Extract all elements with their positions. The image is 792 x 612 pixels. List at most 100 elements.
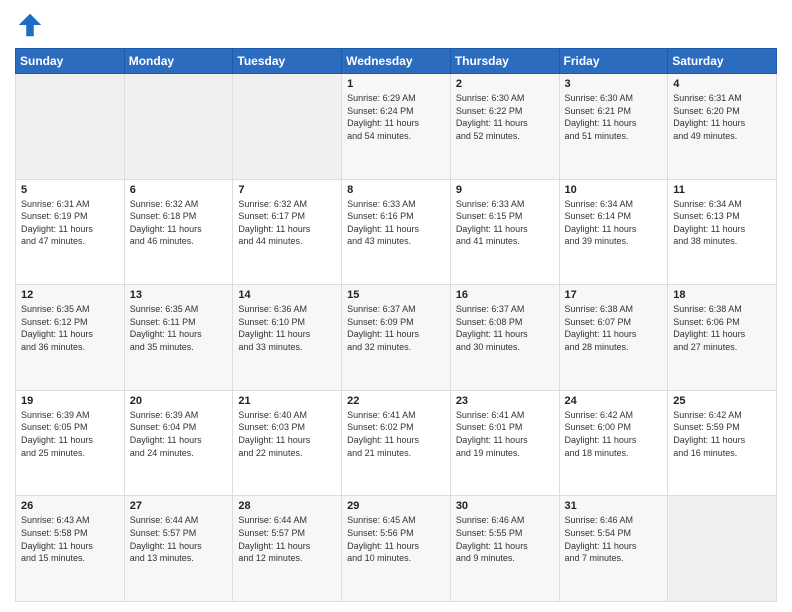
- calendar-cell: 15 Sunrise: 6:37 AM Sunset: 6:09 PM Dayli…: [342, 285, 451, 391]
- calendar-cell: 18Sunrise: 6:38 AM Sunset: 6:06 PM Dayli…: [668, 285, 777, 391]
- day-number: 8: [347, 184, 445, 196]
- calendar-cell: 1 Sunrise: 6:29 AM Sunset: 6:24 PM Daylig…: [342, 74, 451, 180]
- day-number: 13: [130, 289, 228, 301]
- day-header-wednesday: Wednesday: [342, 49, 451, 74]
- day-info: Sunrise: 6:38 AM Sunset: 6:07 PM Dayligh…: [565, 303, 663, 353]
- calendar-cell: 31 Sunrise: 6:46 AM Sunset: 5:54 PM Dayli…: [559, 496, 668, 602]
- calendar-week-4: 19 Sunrise: 6:39 AM Sunset: 6:05 PM Dayli…: [16, 390, 777, 496]
- calendar-cell: 8 Sunrise: 6:33 AM Sunset: 6:16 PM Daylig…: [342, 179, 451, 285]
- calendar: SundayMondayTuesdayWednesdayThursdayFrid…: [15, 48, 777, 602]
- calendar-cell: 19 Sunrise: 6:39 AM Sunset: 6:05 PM Dayli…: [16, 390, 125, 496]
- calendar-week-2: 5 Sunrise: 6:31 AM Sunset: 6:19 PM Daylig…: [16, 179, 777, 285]
- day-number: 25: [673, 395, 771, 407]
- calendar-cell: [16, 74, 125, 180]
- day-info: Sunrise: 6:38 AM Sunset: 6:06 PM Dayligh…: [673, 303, 771, 353]
- day-number: 23: [456, 395, 554, 407]
- day-number: 5: [21, 184, 119, 196]
- calendar-cell: [668, 496, 777, 602]
- calendar-cell: 2Sunrise: 6:30 AM Sunset: 6:22 PM Daylig…: [450, 74, 559, 180]
- calendar-week-3: 12 Sunrise: 6:35 AM Sunset: 6:12 PM Dayli…: [16, 285, 777, 391]
- day-info: Sunrise: 6:44 AM Sunset: 5:57 PM Dayligh…: [130, 514, 228, 564]
- calendar-cell: 5 Sunrise: 6:31 AM Sunset: 6:19 PM Daylig…: [16, 179, 125, 285]
- calendar-cell: 3 Sunrise: 6:30 AM Sunset: 6:21 PM Daylig…: [559, 74, 668, 180]
- calendar-cell: [233, 74, 342, 180]
- calendar-cell: 24 Sunrise: 6:42 AM Sunset: 6:00 PM Dayli…: [559, 390, 668, 496]
- day-info: Sunrise: 6:37 AM Sunset: 6:08 PM Dayligh…: [456, 303, 554, 353]
- day-header-sunday: Sunday: [16, 49, 125, 74]
- day-number: 1: [347, 78, 445, 90]
- calendar-cell: 11Sunrise: 6:34 AM Sunset: 6:13 PM Dayli…: [668, 179, 777, 285]
- day-info: Sunrise: 6:35 AM Sunset: 6:12 PM Dayligh…: [21, 303, 119, 353]
- day-info: Sunrise: 6:46 AM Sunset: 5:54 PM Dayligh…: [565, 514, 663, 564]
- calendar-cell: 4Sunrise: 6:31 AM Sunset: 6:20 PM Daylig…: [668, 74, 777, 180]
- day-number: 27: [130, 500, 228, 512]
- day-info: Sunrise: 6:34 AM Sunset: 6:14 PM Dayligh…: [565, 198, 663, 248]
- day-number: 6: [130, 184, 228, 196]
- day-info: Sunrise: 6:39 AM Sunset: 6:05 PM Dayligh…: [21, 409, 119, 459]
- calendar-body: 1 Sunrise: 6:29 AM Sunset: 6:24 PM Daylig…: [16, 74, 777, 602]
- day-number: 22: [347, 395, 445, 407]
- day-info: Sunrise: 6:36 AM Sunset: 6:10 PM Dayligh…: [238, 303, 336, 353]
- calendar-cell: 27 Sunrise: 6:44 AM Sunset: 5:57 PM Dayli…: [124, 496, 233, 602]
- day-header-monday: Monday: [124, 49, 233, 74]
- day-number: 15: [347, 289, 445, 301]
- calendar-cell: 12 Sunrise: 6:35 AM Sunset: 6:12 PM Dayli…: [16, 285, 125, 391]
- day-info: Sunrise: 6:41 AM Sunset: 6:02 PM Dayligh…: [347, 409, 445, 459]
- day-header-saturday: Saturday: [668, 49, 777, 74]
- day-info: Sunrise: 6:30 AM Sunset: 6:21 PM Dayligh…: [565, 92, 663, 142]
- day-number: 2: [456, 78, 554, 90]
- day-info: Sunrise: 6:37 AM Sunset: 6:09 PM Dayligh…: [347, 303, 445, 353]
- day-number: 19: [21, 395, 119, 407]
- day-info: Sunrise: 6:31 AM Sunset: 6:19 PM Dayligh…: [21, 198, 119, 248]
- day-number: 31: [565, 500, 663, 512]
- day-info: Sunrise: 6:32 AM Sunset: 6:17 PM Dayligh…: [238, 198, 336, 248]
- day-info: Sunrise: 6:39 AM Sunset: 6:04 PM Dayligh…: [130, 409, 228, 459]
- calendar-cell: 30 Sunrise: 6:46 AM Sunset: 5:55 PM Dayli…: [450, 496, 559, 602]
- day-number: 21: [238, 395, 336, 407]
- calendar-cell: 20 Sunrise: 6:39 AM Sunset: 6:04 PM Dayli…: [124, 390, 233, 496]
- day-info: Sunrise: 6:42 AM Sunset: 6:00 PM Dayligh…: [565, 409, 663, 459]
- day-number: 20: [130, 395, 228, 407]
- logo: [15, 10, 49, 40]
- day-number: 24: [565, 395, 663, 407]
- calendar-cell: 6Sunrise: 6:32 AM Sunset: 6:18 PM Daylig…: [124, 179, 233, 285]
- calendar-cell: 21 Sunrise: 6:40 AM Sunset: 6:03 PM Dayli…: [233, 390, 342, 496]
- day-info: Sunrise: 6:46 AM Sunset: 5:55 PM Dayligh…: [456, 514, 554, 564]
- day-number: 10: [565, 184, 663, 196]
- day-number: 30: [456, 500, 554, 512]
- day-info: Sunrise: 6:43 AM Sunset: 5:58 PM Dayligh…: [21, 514, 119, 564]
- day-number: 11: [673, 184, 771, 196]
- header: [15, 10, 777, 40]
- day-number: 16: [456, 289, 554, 301]
- day-info: Sunrise: 6:35 AM Sunset: 6:11 PM Dayligh…: [130, 303, 228, 353]
- page: SundayMondayTuesdayWednesdayThursdayFrid…: [0, 0, 792, 612]
- calendar-cell: 29 Sunrise: 6:45 AM Sunset: 5:56 PM Dayli…: [342, 496, 451, 602]
- day-info: Sunrise: 6:41 AM Sunset: 6:01 PM Dayligh…: [456, 409, 554, 459]
- day-info: Sunrise: 6:29 AM Sunset: 6:24 PM Dayligh…: [347, 92, 445, 142]
- day-number: 29: [347, 500, 445, 512]
- calendar-cell: [124, 74, 233, 180]
- calendar-cell: 9Sunrise: 6:33 AM Sunset: 6:15 PM Daylig…: [450, 179, 559, 285]
- day-number: 28: [238, 500, 336, 512]
- calendar-cell: 14 Sunrise: 6:36 AM Sunset: 6:10 PM Dayli…: [233, 285, 342, 391]
- day-number: 12: [21, 289, 119, 301]
- calendar-cell: 28 Sunrise: 6:44 AM Sunset: 5:57 PM Dayli…: [233, 496, 342, 602]
- day-info: Sunrise: 6:44 AM Sunset: 5:57 PM Dayligh…: [238, 514, 336, 564]
- calendar-cell: 13 Sunrise: 6:35 AM Sunset: 6:11 PM Dayli…: [124, 285, 233, 391]
- logo-icon: [15, 10, 45, 40]
- calendar-cell: 10 Sunrise: 6:34 AM Sunset: 6:14 PM Dayli…: [559, 179, 668, 285]
- day-info: Sunrise: 6:40 AM Sunset: 6:03 PM Dayligh…: [238, 409, 336, 459]
- day-info: Sunrise: 6:33 AM Sunset: 6:16 PM Dayligh…: [347, 198, 445, 248]
- day-info: Sunrise: 6:45 AM Sunset: 5:56 PM Dayligh…: [347, 514, 445, 564]
- day-number: 14: [238, 289, 336, 301]
- day-header-tuesday: Tuesday: [233, 49, 342, 74]
- day-number: 7: [238, 184, 336, 196]
- calendar-week-1: 1 Sunrise: 6:29 AM Sunset: 6:24 PM Daylig…: [16, 74, 777, 180]
- day-number: 3: [565, 78, 663, 90]
- calendar-cell: 23 Sunrise: 6:41 AM Sunset: 6:01 PM Dayli…: [450, 390, 559, 496]
- day-info: Sunrise: 6:42 AM Sunset: 5:59 PM Dayligh…: [673, 409, 771, 459]
- calendar-cell: 17Sunrise: 6:38 AM Sunset: 6:07 PM Dayli…: [559, 285, 668, 391]
- calendar-cell: 26Sunrise: 6:43 AM Sunset: 5:58 PM Dayli…: [16, 496, 125, 602]
- day-number: 4: [673, 78, 771, 90]
- day-header-friday: Friday: [559, 49, 668, 74]
